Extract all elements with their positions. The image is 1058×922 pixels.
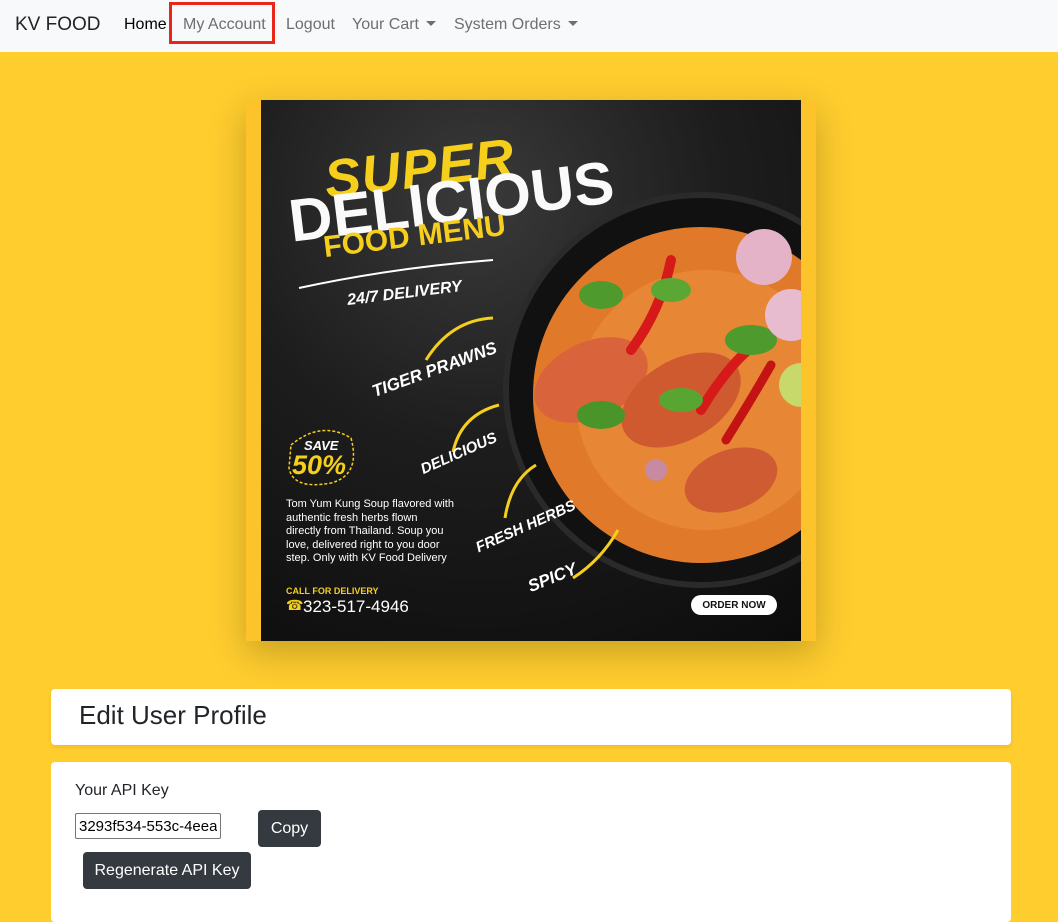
top-navbar: KV FOOD Home My Account Logout Your Cart… bbox=[0, 0, 1058, 52]
nav-my-account[interactable]: My Account bbox=[183, 16, 266, 34]
api-key-card: Your API Key Copy Regenerate API Key bbox=[51, 762, 1011, 922]
promo-poster-image: SUPER DELICIOUS FOOD MENU 24/7 DELIVERY … bbox=[261, 100, 801, 641]
api-key-label: Your API Key bbox=[75, 782, 169, 799]
poster-phone-number: 323-517-4946 bbox=[303, 597, 409, 616]
poster-description: Tom Yum Kung Soup flavored with authenti… bbox=[286, 498, 454, 565]
nav-your-cart-dropdown[interactable]: Your Cart bbox=[352, 16, 436, 34]
nav-your-cart-label: Your Cart bbox=[352, 16, 419, 33]
chevron-down-icon bbox=[426, 21, 436, 26]
copy-button[interactable]: Copy bbox=[258, 810, 321, 847]
nav-home[interactable]: Home bbox=[124, 16, 167, 34]
regenerate-api-key-button[interactable]: Regenerate API Key bbox=[83, 852, 251, 889]
chevron-down-icon bbox=[567, 21, 578, 26]
api-key-field[interactable] bbox=[75, 813, 221, 839]
phone-icon: ☎ bbox=[286, 597, 304, 613]
profile-title-card: Edit User Profile bbox=[51, 689, 1011, 745]
page-title: Edit User Profile bbox=[79, 700, 267, 730]
nav-logout[interactable]: Logout bbox=[286, 16, 335, 34]
poster-save-percent: 50% bbox=[292, 450, 347, 480]
nav-system-orders-dropdown[interactable]: System Orders bbox=[454, 16, 578, 34]
nav-system-orders-label: System Orders bbox=[454, 16, 561, 33]
brand-logo[interactable]: KV FOOD bbox=[15, 14, 101, 36]
poster-order-now-badge: ORDER NOW bbox=[691, 595, 777, 615]
poster-call-label: CALL FOR DELIVERY bbox=[286, 586, 379, 596]
